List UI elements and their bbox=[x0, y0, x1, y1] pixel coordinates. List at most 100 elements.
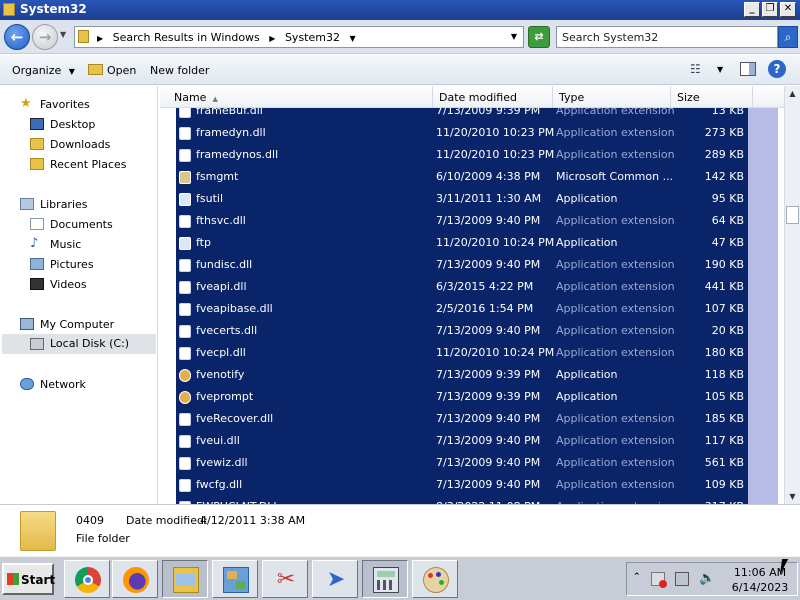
start-button[interactable]: Start bbox=[2, 563, 55, 595]
file-size: 561 KB bbox=[704, 456, 744, 469]
column-extra[interactable] bbox=[752, 86, 784, 108]
file-row[interactable]: fvecerts.dll 7/13/2009 9:40 PM Application… bbox=[176, 320, 762, 342]
file-row[interactable]: framedynos.dll 11/20/2010 10:23 PM Applica… bbox=[176, 144, 762, 166]
taskbar-chrome[interactable] bbox=[64, 560, 110, 598]
nav-favorites[interactable]: ★ Favorites bbox=[20, 96, 150, 114]
nav-network[interactable]: Network bbox=[20, 376, 150, 394]
network-tray-icon[interactable] bbox=[675, 572, 689, 586]
address-dropdown-button[interactable]: ▼ bbox=[511, 32, 517, 41]
file-row[interactable]: fsutil 3/11/2011 1:30 AM Application 95 KB bbox=[176, 188, 762, 210]
taskbar-firefox[interactable] bbox=[112, 560, 158, 598]
scrollbar-thumb[interactable] bbox=[786, 206, 799, 224]
taskbar: Start ✂ ➤ ⌃ 🔈 11:06 AM 6/14/2023 bbox=[0, 556, 800, 600]
desktop-icon bbox=[30, 118, 44, 130]
file-size: 109 KB bbox=[704, 478, 744, 491]
file-row[interactable]: FWPUCLNT.DLL8/3/2022 11:08 PMApplication… bbox=[176, 496, 762, 504]
dll-file-icon bbox=[179, 479, 191, 492]
file-row[interactable]: fveui.dll 7/13/2009 9:40 PM Application ex… bbox=[176, 430, 762, 452]
nav-desktop[interactable]: Desktop bbox=[30, 116, 150, 134]
file-row[interactable]: fveapibase.dll 2/5/2016 1:54 PM Applicatio… bbox=[176, 298, 762, 320]
file-row[interactable]: framedyn.dll 11/20/2010 10:23 PM Applicati… bbox=[176, 122, 762, 144]
application-icon bbox=[179, 237, 191, 250]
column-date-modified[interactable]: Date modified bbox=[432, 86, 552, 108]
recent-pages-dropdown[interactable]: ▼ bbox=[60, 30, 66, 39]
chevron-right-icon[interactable]: ▶ bbox=[269, 34, 275, 43]
new-folder-button[interactable]: New folder bbox=[150, 64, 209, 77]
search-button[interactable]: ⌕ bbox=[778, 26, 798, 48]
help-button[interactable]: ? bbox=[768, 60, 786, 78]
breadcrumb-item[interactable]: Search Results in Windows bbox=[113, 31, 260, 44]
column-type[interactable]: Type bbox=[552, 86, 670, 108]
chevron-right-icon: ▶ bbox=[97, 34, 104, 43]
view-options-icon[interactable]: ☷ bbox=[690, 62, 701, 76]
taskbar-calculator[interactable] bbox=[362, 560, 408, 598]
file-date: 11/20/2010 10:23 PM bbox=[436, 126, 555, 139]
show-hidden-icons-button[interactable]: ⌃ bbox=[633, 572, 641, 582]
nav-documents[interactable]: Documents bbox=[30, 216, 150, 234]
taskbar-send[interactable]: ➤ bbox=[312, 560, 358, 598]
nav-downloads[interactable]: Downloads bbox=[30, 136, 150, 154]
action-center-icon[interactable] bbox=[651, 572, 667, 588]
breadcrumb-item[interactable]: System32 bbox=[285, 31, 340, 44]
close-button[interactable]: ✕ bbox=[780, 2, 796, 17]
nav-recent-places[interactable]: Recent Places bbox=[30, 156, 150, 174]
restore-button[interactable]: ❐ bbox=[762, 2, 778, 17]
file-date: 11/20/2010 10:24 PM bbox=[436, 236, 555, 249]
file-name: fveRecover.dll bbox=[196, 412, 274, 425]
taskbar-snipping-tool[interactable]: ✂ bbox=[262, 560, 308, 598]
breadcrumb: ▶ Search Results in Windows ▶ System32 ▼ bbox=[97, 31, 362, 44]
nav-videos[interactable]: Videos bbox=[30, 276, 150, 294]
pictures-icon bbox=[30, 258, 44, 270]
view-dropdown-icon[interactable]: ▼ bbox=[717, 65, 723, 74]
file-row[interactable]: fvenotify 7/13/2009 9:39 PM Application 118… bbox=[176, 364, 762, 386]
file-row[interactable]: fveapi.dll 6/3/2015 4:22 PM Application ex… bbox=[176, 276, 762, 298]
file-row[interactable]: fwcfg.dll 7/13/2009 9:40 PM Application ex… bbox=[176, 474, 762, 496]
vertical-scrollbar[interactable]: ▲ ▼ bbox=[784, 86, 800, 504]
file-name: fvenotify bbox=[196, 368, 245, 381]
nav-music[interactable]: ♪ Music bbox=[30, 236, 150, 254]
taskbar-control-panel[interactable] bbox=[212, 560, 258, 598]
file-row[interactable]: ftp 11/20/2010 10:24 PM Application 47 KB bbox=[176, 232, 762, 254]
file-size: 13 KB bbox=[711, 108, 744, 117]
minimize-button[interactable]: _ bbox=[744, 2, 760, 17]
refresh-button[interactable]: ⇄ bbox=[528, 26, 550, 48]
file-row[interactable]: fvecpl.dll 11/20/2010 10:24 PM Application… bbox=[176, 342, 762, 364]
file-type: Application extension bbox=[556, 346, 675, 359]
file-row[interactable]: fthsvc.dll 7/13/2009 9:40 PM Application e… bbox=[176, 210, 762, 232]
chrome-icon bbox=[75, 567, 101, 593]
chevron-down-icon[interactable]: ▼ bbox=[349, 34, 355, 43]
file-row[interactable]: fsmgmt 6/10/2009 4:38 PM Microsoft Common … bbox=[176, 166, 762, 188]
nav-libraries[interactable]: Libraries bbox=[20, 196, 150, 214]
forward-button[interactable]: → bbox=[32, 24, 58, 50]
nav-pictures[interactable]: Pictures bbox=[30, 256, 150, 274]
file-size: 117 KB bbox=[704, 434, 744, 447]
column-name[interactable]: Name ▲ bbox=[168, 86, 432, 108]
downloads-icon bbox=[30, 138, 44, 150]
organize-button[interactable]: Organize ▼ bbox=[12, 64, 75, 77]
file-row[interactable]: fveRecover.dll 7/13/2009 9:40 PM Applicati… bbox=[176, 408, 762, 430]
taskbar-paint[interactable] bbox=[412, 560, 458, 598]
open-button[interactable]: Open bbox=[107, 64, 136, 77]
back-button[interactable]: ← bbox=[4, 24, 30, 50]
file-name: fthsvc.dll bbox=[196, 214, 246, 227]
volume-muted-icon[interactable]: 🔈 bbox=[699, 572, 715, 586]
selection-highlight bbox=[748, 108, 778, 504]
clock-date[interactable]: 6/14/2023 bbox=[727, 581, 793, 594]
scroll-up-arrow[interactable]: ▲ bbox=[785, 86, 800, 101]
network-icon bbox=[20, 378, 34, 390]
dll-file-icon bbox=[179, 215, 191, 228]
file-row[interactable]: fundisc.dll 7/13/2009 9:40 PM Application … bbox=[176, 254, 762, 276]
file-row[interactable]: frameBuf.dll 7/13/2009 9:39 PM Application… bbox=[176, 108, 762, 122]
file-date: 7/13/2009 9:40 PM bbox=[436, 456, 541, 469]
scroll-down-arrow[interactable]: ▼ bbox=[785, 489, 800, 504]
nav-my-computer[interactable]: My Computer bbox=[20, 316, 150, 334]
explorer-icon bbox=[173, 567, 199, 593]
taskbar-explorer[interactable] bbox=[162, 560, 208, 598]
preview-pane-button[interactable] bbox=[740, 62, 756, 76]
address-field[interactable]: ▶ Search Results in Windows ▶ System32 ▼… bbox=[74, 26, 524, 48]
search-input[interactable]: Search System32 bbox=[556, 26, 778, 48]
nav-local-disk[interactable]: Local Disk (C:) bbox=[2, 334, 156, 354]
column-size[interactable]: Size bbox=[670, 86, 752, 108]
file-row[interactable]: fvewiz.dll 7/13/2009 9:40 PM Application e… bbox=[176, 452, 762, 474]
file-row[interactable]: fveprompt 7/13/2009 9:39 PM Application 105… bbox=[176, 386, 762, 408]
